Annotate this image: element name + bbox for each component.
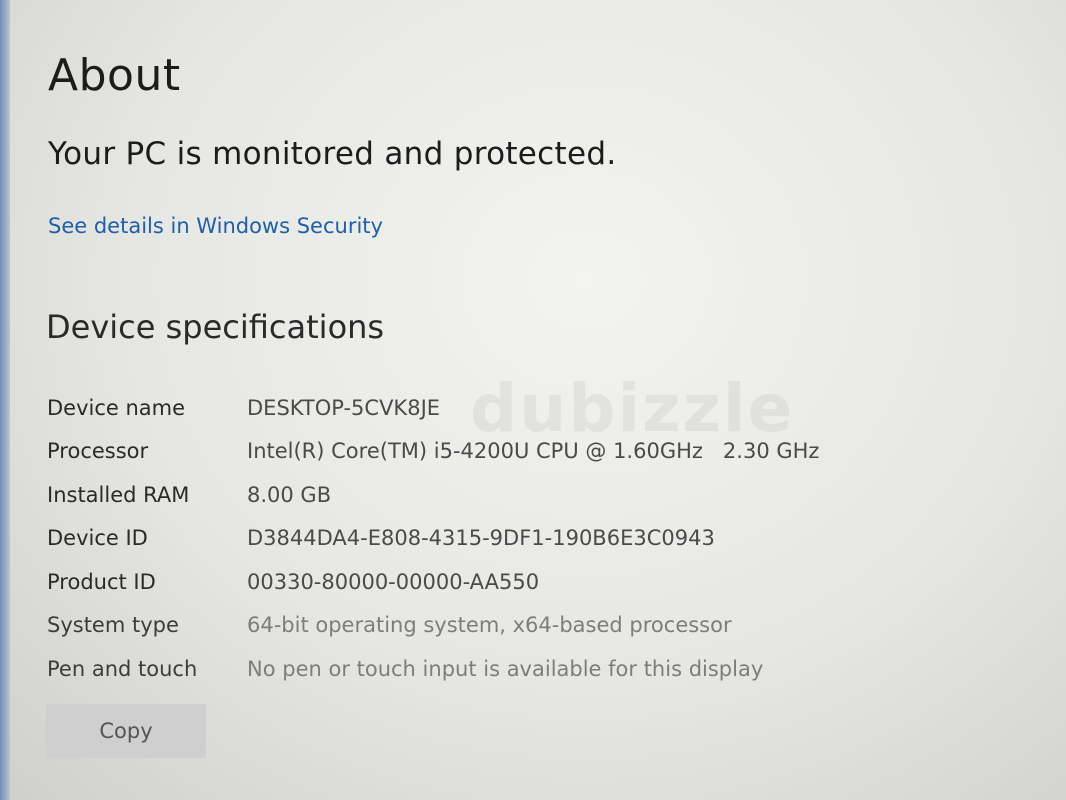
spec-label: Processor — [47, 439, 149, 464]
spec-label: Device ID — [47, 526, 148, 551]
protection-status-text: Your PC is monitored and protected. — [48, 136, 617, 172]
spec-row-pen-and-touch: Pen and touch No pen or touch input is a… — [47, 647, 947, 691]
device-specifications-table: Device name DESKTOP-5CVK8JE Processor In… — [47, 386, 947, 691]
spec-value: D3844DA4-E808-4315-9DF1-190B6E3C0943 — [247, 526, 715, 551]
spec-row-processor: Processor Intel(R) Core(TM) i5-4200U CPU… — [47, 430, 947, 474]
spec-row-system-type: System type 64-bit operating system, x64… — [47, 604, 947, 648]
windows-security-link[interactable]: See details in Windows Security — [48, 214, 383, 238]
spec-label: Device name — [47, 395, 186, 420]
copy-button[interactable]: Copy — [46, 704, 206, 758]
spec-label: Pen and touch — [47, 656, 198, 681]
spec-label: Installed RAM — [47, 482, 190, 507]
spec-label: System type — [47, 613, 179, 638]
spec-value: Intel(R) Core(TM) i5-4200U CPU @ 1.60GHz… — [247, 439, 820, 464]
page-title: About — [48, 50, 181, 101]
spec-value: 8.00 GB — [247, 482, 332, 507]
spec-value: No pen or touch input is available for t… — [247, 656, 764, 681]
spec-row-product-id: Product ID 00330-80000-00000-AA550 — [47, 560, 947, 604]
device-specifications-heading: Device specifications — [46, 308, 385, 346]
spec-row-installed-ram: Installed RAM 8.00 GB — [47, 473, 947, 517]
spec-value: 64-bit operating system, x64-based proce… — [247, 613, 732, 638]
window-left-edge — [0, 0, 10, 800]
spec-label: Product ID — [47, 569, 156, 594]
spec-value: DESKTOP-5CVK8JE — [247, 395, 441, 420]
spec-row-device-name: Device name DESKTOP-5CVK8JE — [47, 386, 947, 430]
spec-value: 00330-80000-00000-AA550 — [247, 569, 540, 594]
spec-row-device-id: Device ID D3844DA4-E808-4315-9DF1-190B6E… — [47, 517, 947, 561]
